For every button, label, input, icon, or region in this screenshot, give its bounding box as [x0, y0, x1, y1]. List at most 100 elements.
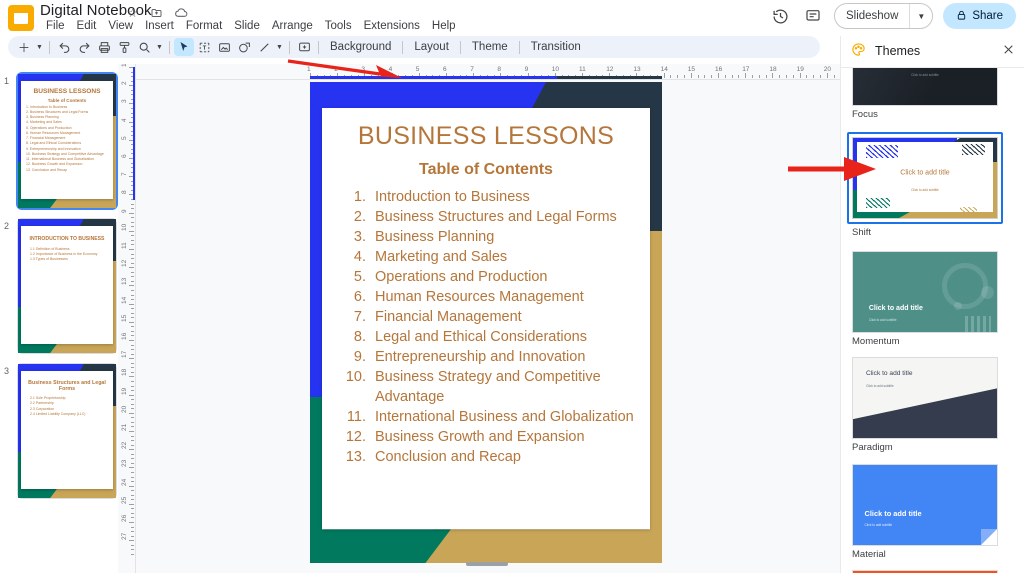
slide-thumbnail-1[interactable]: BUSINESS LESSONS Table of Contents 1. Intr…: [18, 74, 116, 208]
menu-item-file[interactable]: File: [40, 19, 71, 33]
toc-item: 12. Business Growth and Expansion: [340, 427, 646, 447]
v-ruler-tick: [131, 517, 134, 519]
theme-option-material[interactable]: Click to add title Click to add subtitle M…: [852, 464, 998, 560]
share-button[interactable]: Share: [943, 3, 1016, 29]
slide-filmstrip[interactable]: 1 BUSINESS LESSONS Table of Contents 1. In…: [0, 64, 118, 573]
toc-item-number: 3.: [353, 229, 366, 245]
v-ruler-tick: [131, 371, 134, 373]
theme-preview-card[interactable]: Click to add titleClick to add subtitle: [852, 137, 998, 219]
star-icon[interactable]: ☆: [125, 5, 140, 20]
menu-item-help[interactable]: Help: [426, 19, 462, 33]
v-ruler-tick: [131, 217, 134, 219]
theme-option-momentum[interactable]: Click to add title Click to add subtitle M…: [852, 251, 998, 347]
share-label: Share: [972, 10, 1003, 22]
h-ruler-label: 1: [307, 66, 311, 73]
slideshow-button[interactable]: Slideshow ▼: [833, 3, 934, 29]
menu-item-insert[interactable]: Insert: [139, 19, 180, 33]
filmstrip-slide-2[interactable]: INTRODUCTION TO BUSINESS 1.1 Definition o…: [18, 219, 116, 353]
zoom-dropdown-icon[interactable]: ▼: [154, 38, 165, 56]
theme-preview-card[interactable]: Click to add titleClick to add subtitle: [852, 464, 998, 546]
slide-canvas[interactable]: BUSINESS LESSONS Table of Contents 1. Intro…: [136, 80, 840, 573]
themes-list[interactable]: Click to add title Click to add subtitle F…: [841, 67, 1024, 573]
theme-preview-card[interactable]: Click to add titleClick to add subtitle: [852, 68, 998, 106]
theme-label: Focus: [852, 109, 878, 120]
menu-item-slide[interactable]: Slide: [228, 19, 266, 33]
zoom-icon[interactable]: [134, 38, 154, 56]
thumbnail-title: INTRODUCTION TO BUSINESS: [29, 236, 105, 242]
v-ruler-tick: [131, 462, 134, 464]
line-dropdown-icon[interactable]: ▼: [274, 38, 285, 56]
thumbnail-title: Business Structures and Legal Forms: [28, 380, 106, 393]
line-icon[interactable]: [254, 38, 274, 56]
layout-button[interactable]: Layout: [407, 41, 456, 53]
theme-preview-card[interactable]: Click to add titleClick to add subtitle: [852, 357, 998, 439]
canvas-resize-handle[interactable]: [466, 562, 508, 566]
v-ruler-tick: [131, 262, 134, 264]
h-ruler-tick: [731, 75, 733, 78]
filmstrip-slide-1[interactable]: BUSINESS LESSONS Table of Contents 1. Intr…: [18, 74, 116, 208]
print-icon[interactable]: [94, 38, 114, 56]
insert-comment-icon[interactable]: [294, 38, 314, 56]
slide-thumbnail-3[interactable]: Business Structures and Legal Forms 2.1 S…: [18, 364, 116, 498]
v-ruler-tick: [131, 349, 134, 351]
v-ruler-tick: [129, 340, 134, 341]
menu-item-format[interactable]: Format: [180, 19, 228, 33]
cloud-saved-icon[interactable]: [173, 5, 188, 20]
toc-item: 9. Entrepreneurship and Innovation: [340, 347, 646, 367]
v-ruler-tick: [129, 503, 134, 505]
v-ruler-label: 24: [121, 478, 128, 486]
version-history-icon[interactable]: [770, 5, 792, 27]
slide-subtitle[interactable]: Table of Contents: [326, 161, 646, 179]
menu-item-extensions[interactable]: Extensions: [358, 19, 426, 33]
h-ruler-label: 13: [633, 66, 641, 73]
menu-item-view[interactable]: View: [102, 19, 139, 33]
theme-option-focus[interactable]: Click to add titleClick to add subtitle F…: [852, 68, 998, 120]
background-button[interactable]: Background: [323, 41, 398, 53]
v-ruler-label: 26: [121, 514, 128, 522]
menu-bar: File Edit View Insert Format Slide Arran…: [40, 19, 462, 33]
v-ruler-tick: [129, 267, 134, 269]
insert-image-icon[interactable]: [214, 38, 234, 56]
toc-item-number: 4.: [353, 249, 366, 265]
h-ruler-label: 7: [470, 66, 474, 73]
theme-option-paradigm[interactable]: Click to add title Click to add subtitle P…: [852, 357, 998, 453]
slide-title[interactable]: BUSINESS LESSONS: [326, 122, 646, 151]
paint-format-icon[interactable]: [114, 38, 134, 56]
toc-item-number: 7.: [353, 309, 366, 325]
v-ruler-tick: [131, 226, 134, 228]
h-ruler-tick: [704, 75, 706, 78]
select-icon[interactable]: [174, 38, 194, 56]
menu-item-edit[interactable]: Edit: [71, 19, 103, 33]
close-icon[interactable]: [1002, 43, 1015, 59]
filmstrip-slide-3[interactable]: Business Structures and Legal Forms 2.1 S…: [18, 364, 116, 498]
toc-item-number: 6.: [353, 289, 366, 305]
h-ruler-tick: [820, 75, 821, 78]
chevron-down-icon[interactable]: ▼: [910, 12, 932, 21]
v-ruler-label: 12: [121, 259, 128, 268]
new-slide-icon[interactable]: ＋: [14, 38, 34, 56]
menu-item-tools[interactable]: Tools: [319, 19, 358, 33]
h-ruler-label: 12: [606, 66, 614, 73]
shape-icon[interactable]: [234, 38, 254, 56]
toc-item-text: Business Planning: [375, 229, 495, 245]
theme-option-shift[interactable]: Click to add title Click to add subtitle S…: [847, 132, 1003, 238]
move-to-folder-icon[interactable]: [149, 5, 164, 20]
menu-item-arrange[interactable]: Arrange: [266, 19, 319, 33]
v-ruler-tick: [131, 531, 134, 533]
slide-text-body[interactable]: BUSINESS LESSONS Table of Contents 1. Intro…: [326, 112, 646, 525]
undo-icon[interactable]: [54, 38, 74, 56]
v-ruler-tick: [131, 535, 134, 537]
v-ruler-tick: [131, 380, 134, 382]
text-box-icon[interactable]: [194, 38, 214, 56]
redo-icon[interactable]: [74, 38, 94, 56]
transition-button[interactable]: Transition: [524, 41, 588, 53]
slide-thumbnail-2[interactable]: INTRODUCTION TO BUSINESS 1.1 Definition o…: [18, 219, 116, 353]
theme-button[interactable]: Theme: [465, 41, 515, 53]
comment-icon[interactable]: [802, 5, 824, 27]
theme-preview-card[interactable]: Click to add titleClick to add subtitle: [852, 251, 998, 333]
slide-toc-list[interactable]: 1. Introduction to Business 2. Business Str…: [326, 187, 646, 467]
current-slide[interactable]: BUSINESS LESSONS Table of Contents 1. Intro…: [310, 82, 662, 563]
new-slide-dropdown-icon[interactable]: ▼: [34, 38, 45, 56]
toc-item-number: 13.: [345, 449, 366, 465]
theme-label: Momentum: [852, 336, 900, 347]
